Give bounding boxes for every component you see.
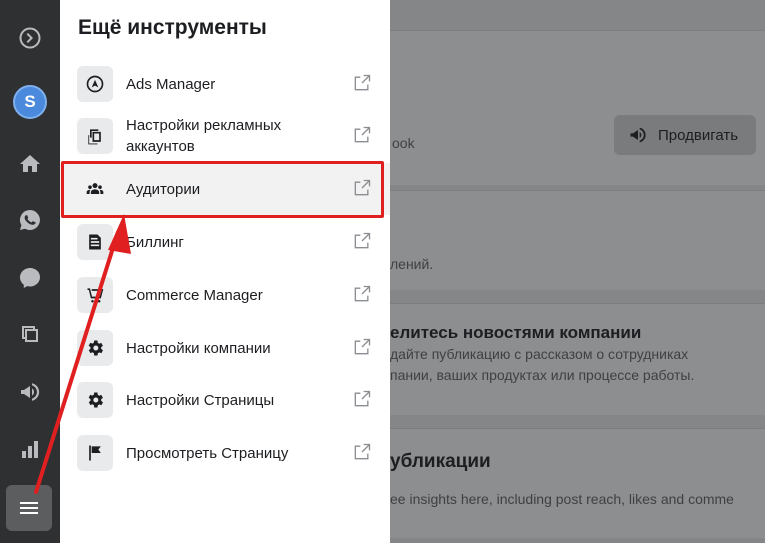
whatsapp-icon[interactable] xyxy=(10,200,50,240)
background-card-4-title: убликации xyxy=(390,451,491,472)
more-tools-panel: Ещё инструменты Ads Manager Настройки ре… xyxy=(60,0,390,543)
gear-icon xyxy=(77,382,113,418)
external-link-icon xyxy=(352,337,374,359)
hamburger-menu-icon[interactable] xyxy=(6,485,52,531)
external-link-icon xyxy=(352,442,374,464)
home-icon[interactable] xyxy=(10,144,50,184)
gear-icon xyxy=(77,330,113,366)
background-card-header xyxy=(330,30,765,185)
avatar-letter: S xyxy=(13,85,47,119)
insights-icon[interactable] xyxy=(10,430,50,470)
background-card-3-title: елитесь новостями компании xyxy=(390,323,642,342)
tool-item-company-settings[interactable]: Настройки компании xyxy=(60,322,390,374)
external-link-icon xyxy=(352,284,374,306)
panel-title: Ещё инструменты xyxy=(78,16,267,39)
ads-manager-icon xyxy=(77,66,113,102)
tool-item-label: Настройки компании xyxy=(126,339,271,357)
background-card-3-line2: пании, ваших продуктах или процессе рабо… xyxy=(390,367,695,383)
megaphone-icon xyxy=(630,127,646,143)
external-link-icon xyxy=(352,231,374,253)
tool-item-page-settings[interactable]: Настройки Страницы xyxy=(60,374,390,426)
background-card-2-text: лений. xyxy=(390,256,434,272)
tool-item-label: Ads Manager xyxy=(126,75,216,93)
avatar[interactable]: S xyxy=(10,82,50,122)
tool-item-label: Биллинг xyxy=(126,233,184,251)
flag-icon xyxy=(77,435,113,471)
external-link-icon xyxy=(352,125,374,147)
promote-button-label: Продвигать xyxy=(658,126,739,144)
background-card-4-line1: ee insights here, including post reach, … xyxy=(390,491,734,507)
tool-item-commerce-manager[interactable]: Commerce Manager xyxy=(60,269,390,321)
highlight-box xyxy=(61,161,384,218)
background-card-2 xyxy=(330,190,765,290)
background-card-fragment: ook xyxy=(392,135,415,151)
tool-item-label: Настройки рекламных аккаунтов xyxy=(126,117,282,155)
tool-item-view-page[interactable]: Просмотреть Страницу xyxy=(60,427,390,479)
tool-item-label: Просмотреть Страницу xyxy=(126,444,289,462)
promote-button[interactable]: Продвигать xyxy=(614,115,756,155)
pages-icon[interactable] xyxy=(10,314,50,354)
meta-logo-icon[interactable] xyxy=(10,18,50,58)
tool-item-label: Настройки Страницы xyxy=(126,391,275,409)
left-navigation-rail: S xyxy=(0,0,60,543)
background-card-3-line1: дайте публикацию с рассказом о сотрудник… xyxy=(390,346,689,362)
background-card-4 xyxy=(330,428,765,538)
ad-account-settings-icon xyxy=(77,118,113,154)
tool-item-ads-manager[interactable]: Ads Manager xyxy=(60,58,390,110)
megaphone-icon[interactable] xyxy=(10,372,50,412)
tool-item-billing[interactable]: Биллинг xyxy=(60,216,390,268)
billing-icon xyxy=(77,224,113,260)
external-link-icon xyxy=(352,73,374,95)
external-link-icon xyxy=(352,389,374,411)
tool-item-ad-account-settings[interactable]: Настройки рекламных аккаунтов xyxy=(60,110,390,162)
cart-icon xyxy=(77,277,113,313)
messenger-icon[interactable] xyxy=(10,258,50,298)
tool-item-label: Commerce Manager xyxy=(126,286,263,304)
